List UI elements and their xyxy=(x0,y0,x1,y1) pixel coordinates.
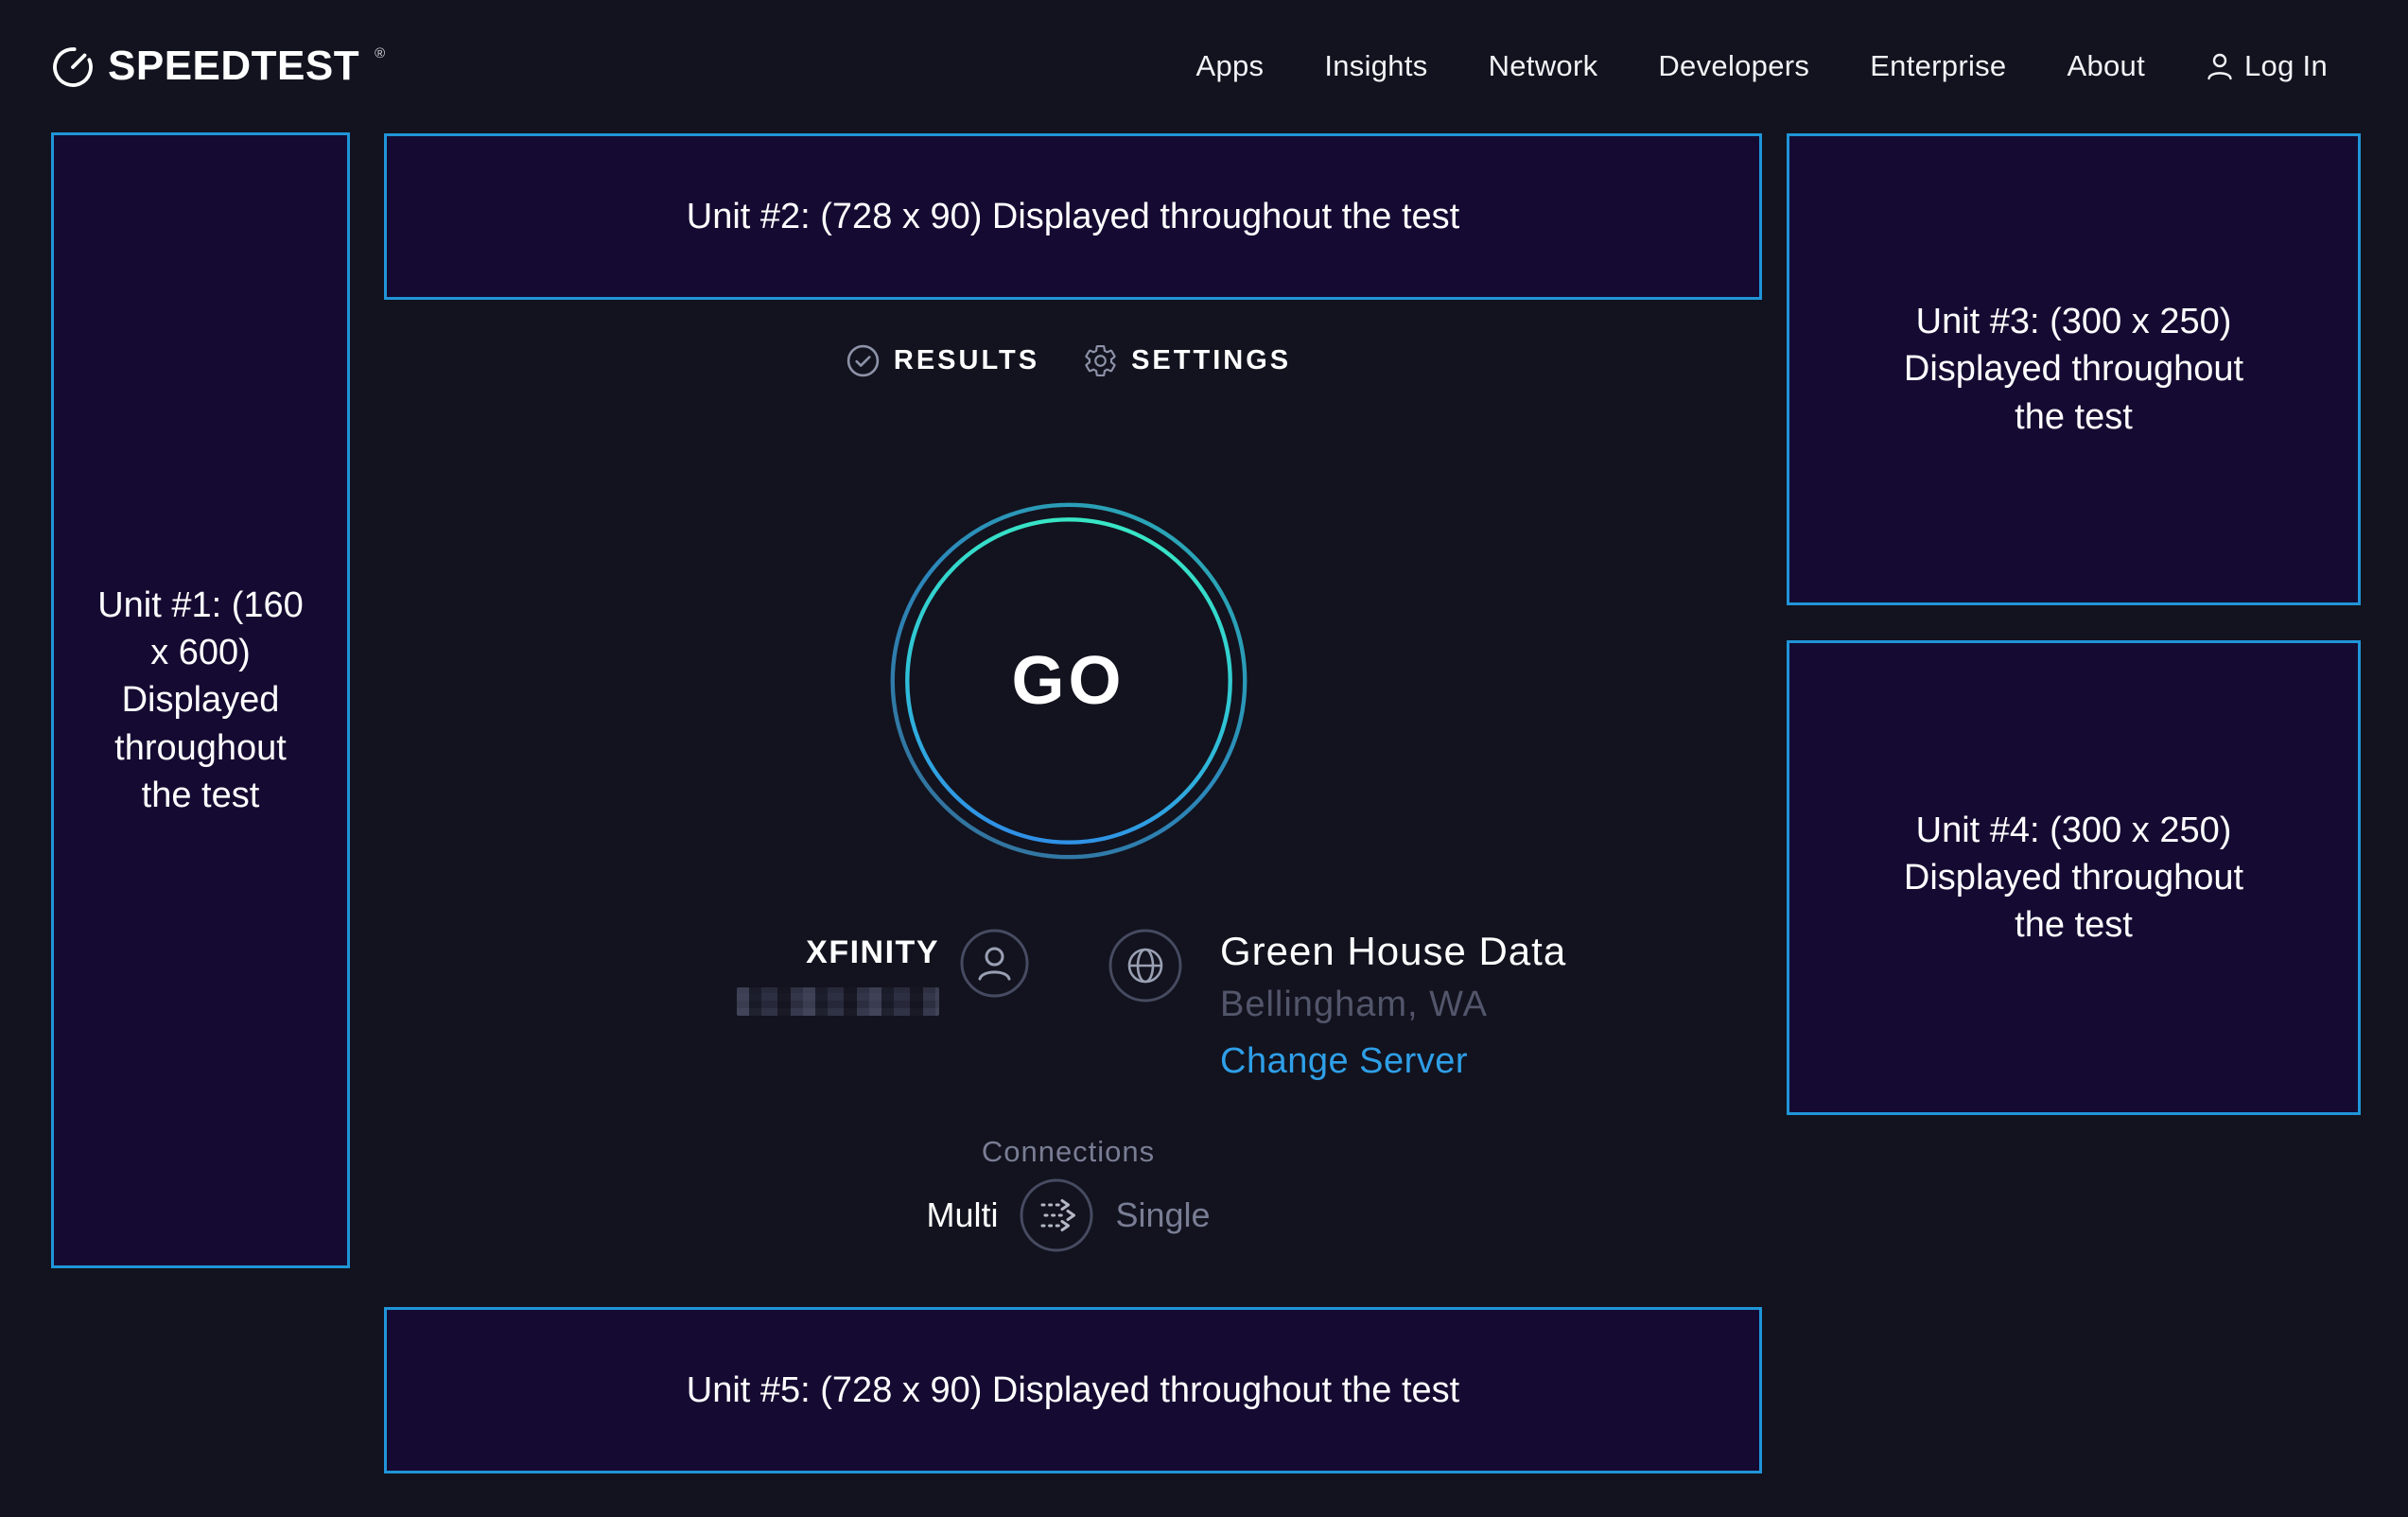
server-location: Bellingham, WA xyxy=(1220,985,1566,1025)
isp-text-column: XFINITY xyxy=(737,929,939,1016)
test-stage: RESULTS SETTINGS xyxy=(350,133,1787,1517)
globe-icon[interactable] xyxy=(1108,929,1182,1003)
main-nav: Apps Insights Network Developers Enterpr… xyxy=(1195,49,2328,83)
nav-item-about[interactable]: About xyxy=(2067,49,2145,83)
connections-single-option[interactable]: Single xyxy=(1115,1195,1210,1235)
isp-ip-redacted xyxy=(737,987,939,1016)
isp-avatar-icon[interactable] xyxy=(960,929,1029,998)
ad-unit-3-rectangle[interactable]: Unit #3: (300 x 250) Displayed throughou… xyxy=(1787,133,2361,605)
isp-info: XFINITY xyxy=(737,929,1029,1016)
login-label: Log In xyxy=(2244,49,2328,83)
check-circle-icon xyxy=(846,343,881,378)
brand-name: SPEEDTEST xyxy=(108,43,359,90)
ad-unit-4-text: Unit #4: (300 x 250) Displayed throughou… xyxy=(1884,807,2263,949)
login-button[interactable]: Log In xyxy=(2206,49,2328,83)
connections-mode-icon[interactable] xyxy=(1019,1177,1094,1253)
speedtest-page: SPEEDTEST ® Apps Insights Network Develo… xyxy=(0,0,2408,1517)
nav-item-network[interactable]: Network xyxy=(1489,49,1598,83)
change-server-link[interactable]: Change Server xyxy=(1220,1041,1566,1082)
nav-item-insights[interactable]: Insights xyxy=(1324,49,1427,83)
go-button-label: GO xyxy=(885,497,1252,864)
tab-results-label: RESULTS xyxy=(894,345,1039,376)
isp-name: XFINITY xyxy=(806,934,939,971)
speedtest-logo[interactable]: SPEEDTEST ® xyxy=(51,43,383,90)
go-button[interactable]: GO xyxy=(885,497,1252,864)
server-text-column: Green House Data Bellingham, WA Change S… xyxy=(1220,929,1566,1082)
ad-unit-4-rectangle[interactable]: Unit #4: (300 x 250) Displayed throughou… xyxy=(1787,640,2361,1115)
nav-item-developers[interactable]: Developers xyxy=(1658,49,1809,83)
ad-unit-1-skyscraper[interactable]: Unit #1: (160 x 600) Displayed throughou… xyxy=(51,132,350,1268)
tab-results[interactable]: RESULTS xyxy=(846,343,1039,378)
nav-item-enterprise[interactable]: Enterprise xyxy=(1870,49,2006,83)
ad-unit-1-text: Unit #1: (160 x 600) Displayed throughou… xyxy=(96,582,305,819)
server-info: Green House Data Bellingham, WA Change S… xyxy=(1108,929,1566,1082)
trademark-mark: ® xyxy=(375,45,385,61)
gear-icon xyxy=(1083,343,1118,378)
server-name: Green House Data xyxy=(1220,931,1566,972)
top-nav-bar: SPEEDTEST ® Apps Insights Network Develo… xyxy=(0,0,2408,132)
tab-settings-label: SETTINGS xyxy=(1131,345,1291,376)
stage-tabs: RESULTS SETTINGS xyxy=(350,343,1787,378)
connections-multi-option[interactable]: Multi xyxy=(926,1195,998,1235)
gauge-icon xyxy=(51,44,95,88)
user-icon xyxy=(2206,51,2234,81)
connections-toggle-row: Multi Single xyxy=(350,1177,1787,1254)
connections-label: Connections xyxy=(350,1135,1787,1169)
nav-item-apps[interactable]: Apps xyxy=(1195,49,1264,83)
tab-settings[interactable]: SETTINGS xyxy=(1083,343,1291,378)
ad-unit-3-text: Unit #3: (300 x 250) Displayed throughou… xyxy=(1884,298,2263,440)
